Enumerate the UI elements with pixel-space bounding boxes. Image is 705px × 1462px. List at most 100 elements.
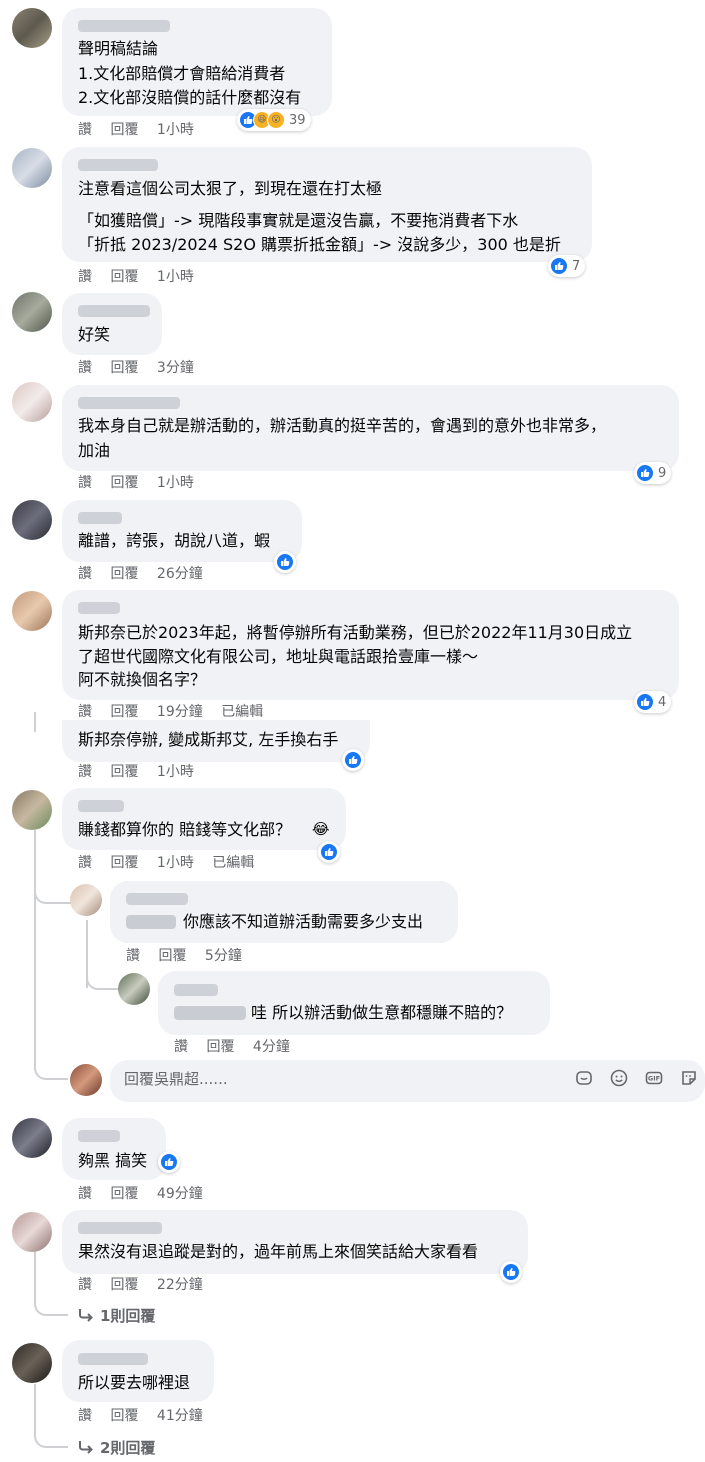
view-replies-label[interactable]: 1則回覆 [100,1307,155,1325]
mention-tag[interactable] [126,915,176,929]
view-replies-link[interactable]: 2則回覆 [78,1437,155,1458]
timestamp[interactable]: 1小時 [157,853,194,873]
reply-input-placeholder[interactable]: 回覆吳鼎超...... [124,1068,228,1089]
reaction-summary[interactable]: 4 [634,691,672,713]
like-button[interactable]: 讚 [78,564,92,584]
reply-button[interactable]: 回覆 [110,702,138,722]
reply-button[interactable]: 回覆 [206,1037,234,1057]
reaction-summary[interactable] [274,551,296,573]
like-icon [636,693,654,711]
like-icon [344,751,362,769]
timestamp[interactable]: 1小時 [157,762,194,782]
commenter-name[interactable] [78,1222,162,1234]
commenter-name[interactable] [78,602,120,614]
avatar[interactable] [12,1343,52,1383]
comment-actions: 讚 回覆 4分鐘 [174,1037,304,1057]
avatar[interactable] [12,790,52,830]
reply-composer[interactable]: 回覆吳鼎超...... GIF [110,1060,705,1102]
timestamp[interactable]: 49分鐘 [157,1184,203,1204]
timestamp[interactable]: 1小時 [157,473,194,493]
mention-tag[interactable] [174,1006,246,1020]
reply-button[interactable]: 回覆 [110,1275,138,1295]
reply-arrow-icon [79,1309,93,1322]
like-icon [502,1263,520,1281]
commenter-name[interactable] [78,1130,120,1142]
view-replies-link[interactable]: 1則回覆 [78,1305,155,1326]
commenter-name[interactable] [78,159,158,171]
avatar[interactable] [12,1118,52,1158]
reply-button[interactable]: 回覆 [110,1406,138,1426]
comment-text: 果然沒有退追蹤是對的，過年前馬上來個笑話給大家看看 [78,1242,479,1261]
commenter-name[interactable] [78,305,150,317]
avatar[interactable] [118,973,150,1005]
emoji-icon[interactable] [609,1068,629,1088]
commenter-name[interactable] [78,20,170,32]
reply-button[interactable]: 回覆 [110,762,138,782]
avatar[interactable] [12,382,52,422]
reaction-count: 7 [572,258,581,274]
like-button[interactable]: 讚 [78,267,92,287]
like-button[interactable]: 讚 [78,120,92,140]
commenter-name[interactable] [78,512,122,524]
timestamp[interactable]: 26分鐘 [157,564,203,584]
like-button[interactable]: 讚 [78,702,92,722]
timestamp[interactable]: 41分鐘 [157,1406,203,1426]
commenter-name[interactable] [78,800,124,812]
avatar[interactable] [12,148,52,188]
comment-text: 斯邦奈已於2023年起，將暫停辦所有活動業務，但已於2022年11月30日成立 [78,623,633,642]
avatar[interactable] [12,1212,52,1252]
timestamp[interactable]: 3分鐘 [157,358,194,378]
avatar[interactable] [70,884,102,916]
reaction-summary[interactable] [342,749,364,771]
like-button[interactable]: 讚 [126,946,140,966]
timestamp[interactable]: 1小時 [157,120,194,140]
reaction-summary[interactable] [500,1261,522,1283]
commenter-name[interactable] [78,1353,148,1365]
comment-bubble [62,293,162,355]
commenter-name[interactable] [126,893,188,905]
reply-button[interactable]: 回覆 [158,946,186,966]
like-button[interactable]: 讚 [78,473,92,493]
reply-button[interactable]: 回覆 [110,358,138,378]
avatar[interactable] [12,8,52,48]
timestamp[interactable]: 4分鐘 [253,1037,290,1057]
reaction-summary[interactable]: 7 [548,255,586,277]
reply-button[interactable]: 回覆 [110,564,138,584]
reaction-summary[interactable]: 😆 😮 39 [237,109,311,131]
like-button[interactable]: 讚 [174,1037,188,1057]
comment-text: 你應該不知道辦活動需要多少支出 [183,912,424,931]
wow-icon: 😮 [267,111,285,129]
comment-text: 「如獲賠償」-> 現階段事實就是還沒告贏，不要拖消費者下水 [78,211,519,230]
reply-button[interactable]: 回覆 [110,267,138,287]
like-button[interactable]: 讚 [78,1406,92,1426]
like-button[interactable]: 讚 [78,762,92,782]
avatar[interactable] [12,500,52,540]
reaction-summary[interactable] [318,841,340,863]
reply-button[interactable]: 回覆 [110,1184,138,1204]
reply-button[interactable]: 回覆 [110,120,138,140]
like-button[interactable]: 讚 [78,358,92,378]
timestamp[interactable]: 5分鐘 [205,946,242,966]
timestamp[interactable]: 19分鐘 [157,702,203,722]
thread-connector [86,970,120,990]
comment-text: 注意看這個公司太狠了，到現在還在打太極 [78,179,383,198]
commenter-name[interactable] [174,984,218,996]
reaction-summary[interactable]: 9 [634,462,672,484]
sticker-icon[interactable] [574,1068,594,1088]
timestamp[interactable]: 22分鐘 [157,1275,203,1295]
comment-sticker-icon[interactable] [679,1068,699,1088]
reaction-count: 39 [289,112,306,128]
avatar[interactable] [12,292,52,332]
reply-button[interactable]: 回覆 [110,473,138,493]
reply-button[interactable]: 回覆 [110,853,138,873]
reaction-summary[interactable] [158,1151,180,1173]
comment-actions: 讚 回覆 3分鐘 [78,358,208,378]
like-button[interactable]: 讚 [78,1184,92,1204]
view-replies-label[interactable]: 2則回覆 [100,1439,155,1457]
avatar[interactable] [12,591,52,631]
timestamp[interactable]: 1小時 [157,267,194,287]
like-button[interactable]: 讚 [78,853,92,873]
gif-icon[interactable]: GIF [644,1068,664,1088]
like-button[interactable]: 讚 [78,1275,92,1295]
commenter-name[interactable] [78,397,180,409]
